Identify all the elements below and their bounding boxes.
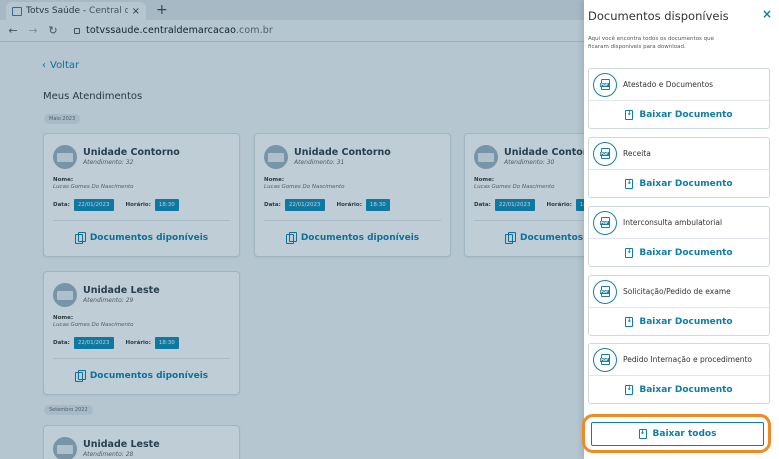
url-field[interactable]: totvssaude.centraldemarcacao.com.br [86, 25, 273, 36]
documents-icon [505, 232, 516, 244]
appointment-number: Atendimento: 31 [294, 159, 345, 166]
download-document-button[interactable]: Baixar Documento [589, 170, 769, 198]
date-value: 22/01/2023 [284, 199, 325, 211]
pdf-file-icon [593, 279, 617, 304]
patient-name: Lucas Gomes Do Nascimento [53, 322, 134, 328]
document-name: Solicitação/Pedido de exame [623, 287, 731, 296]
pdf-file-icon [593, 141, 617, 166]
unit-avatar-icon [264, 144, 288, 169]
date-label: Data: [474, 202, 491, 208]
date-value: 22/01/2023 [73, 199, 114, 211]
time-value: 18:30 [365, 199, 390, 211]
tab-close-icon[interactable]: × [132, 6, 140, 17]
download-icon [625, 316, 634, 327]
document-item: Atestado e Documentos Baixar Documento [588, 68, 770, 129]
patient-name: Lucas Gomes Do Nascimento [53, 184, 134, 190]
appointment-number: Atendimento: 29 [83, 297, 134, 304]
download-icon [625, 109, 634, 120]
date-label: Data: [53, 340, 70, 346]
document-name: Interconsulta ambulatorial [623, 218, 723, 227]
time-label: Horário: [125, 340, 151, 346]
download-icon [638, 428, 647, 439]
pdf-file-icon [593, 210, 617, 235]
name-label: Nome: [53, 177, 74, 183]
unit-avatar-icon [53, 144, 77, 169]
group-date-label: Maio 2023 [44, 114, 81, 124]
close-icon[interactable]: × [762, 7, 772, 21]
appointment-number: Atendimento: 28 [83, 451, 134, 458]
forward-arrow-icon[interactable]: → [26, 24, 40, 37]
download-document-button[interactable]: Baixar Documento [589, 308, 769, 336]
time-value: 18:30 [154, 337, 179, 349]
tab-title: Totvs Saúde - Central de Marca [26, 6, 128, 16]
group-date-label: Setembro 2022 [44, 405, 93, 415]
download-icon [625, 247, 634, 258]
time-label: Horário: [125, 202, 151, 208]
download-document-button[interactable]: Baixar Documento [589, 239, 769, 267]
pdf-file-icon [593, 347, 617, 372]
date-value: 22/01/2023 [73, 337, 114, 349]
documents-available-button[interactable]: Documentos diponíveis [44, 359, 239, 392]
back-link[interactable]: ‹ Voltar [42, 60, 79, 71]
appointment-card: Unidade Leste Atendimento: 29 Nome: Luca… [43, 271, 240, 395]
documents-panel: Documentos disponíveis × Aqui você encon… [582, 0, 779, 459]
back-arrow-icon[interactable]: ← [6, 24, 20, 37]
reload-icon[interactable]: ↻ [46, 24, 60, 37]
unit-name: Unidade Contorno [83, 147, 180, 158]
patient-name: Lucas Gomes Do Nascimento [264, 184, 345, 190]
documents-available-button[interactable]: Documentos diponíveis [255, 221, 450, 254]
panel-title: Documentos disponíveis [588, 9, 729, 23]
date-label: Data: [53, 202, 70, 208]
unit-avatar-icon [474, 144, 498, 169]
document-item: Receita Baixar Documento [588, 137, 770, 198]
unit-avatar-icon [53, 282, 77, 307]
new-tab-button[interactable]: + [156, 2, 168, 18]
documents-icon [285, 232, 297, 244]
documents-icon [74, 370, 86, 382]
name-label: Nome: [264, 177, 285, 183]
panel-description: Aqui você encontra todos os documentos q… [588, 36, 715, 50]
page-title: Meus Atendimentos [43, 91, 143, 102]
time-label: Horário: [336, 202, 362, 208]
document-name: Atestado e Documentos [623, 80, 714, 89]
unit-name: Unidade Leste [83, 439, 160, 450]
browser-tab[interactable]: Totvs Saúde - Central de Marca × [6, 2, 146, 20]
site-info-icon[interactable] [74, 27, 80, 34]
download-document-button[interactable]: Baixar Documento [589, 101, 769, 129]
download-icon [625, 384, 634, 395]
documents-available-button[interactable]: Documentos diponíveis [44, 221, 239, 254]
download-all-button[interactable]: Baixar todos [591, 422, 764, 446]
documents-icon [74, 232, 86, 244]
document-item: Interconsulta ambulatorial Baixar Docume… [588, 206, 770, 267]
download-document-button[interactable]: Baixar Documento [589, 376, 769, 404]
unit-avatar-icon [53, 436, 77, 459]
download-icon [625, 178, 634, 189]
appointment-number: Atendimento: 32 [83, 159, 134, 166]
appointment-card: Unidade Contorno Atendimento: 31 Nome: L… [254, 133, 451, 257]
date-label: Data: [264, 202, 281, 208]
document-item: Pedido Internação e procedimento Baixar … [588, 343, 770, 404]
chevron-left-icon: ‹ [42, 60, 46, 71]
date-value: 22/01/2023 [494, 199, 535, 211]
download-all-highlight: Baixar todos [582, 414, 771, 453]
appointment-card: Unidade Contorno Atendimento: 32 Nome: L… [43, 133, 240, 257]
document-name: Pedido Internação e procedimento [623, 355, 753, 364]
unit-name: Unidade Leste [83, 285, 160, 296]
document-item: Solicitação/Pedido de exame Baixar Docum… [588, 275, 770, 336]
unit-name: Unidade Contorno [294, 147, 391, 158]
tab-favicon-icon [12, 6, 22, 16]
appointment-card: Unidade Leste Atendimento: 28 [43, 425, 240, 459]
pdf-file-icon [593, 72, 617, 97]
name-label: Nome: [53, 315, 74, 321]
document-name: Receita [623, 149, 651, 158]
time-value: 18:30 [154, 199, 179, 211]
time-label: Horário: [546, 202, 572, 208]
